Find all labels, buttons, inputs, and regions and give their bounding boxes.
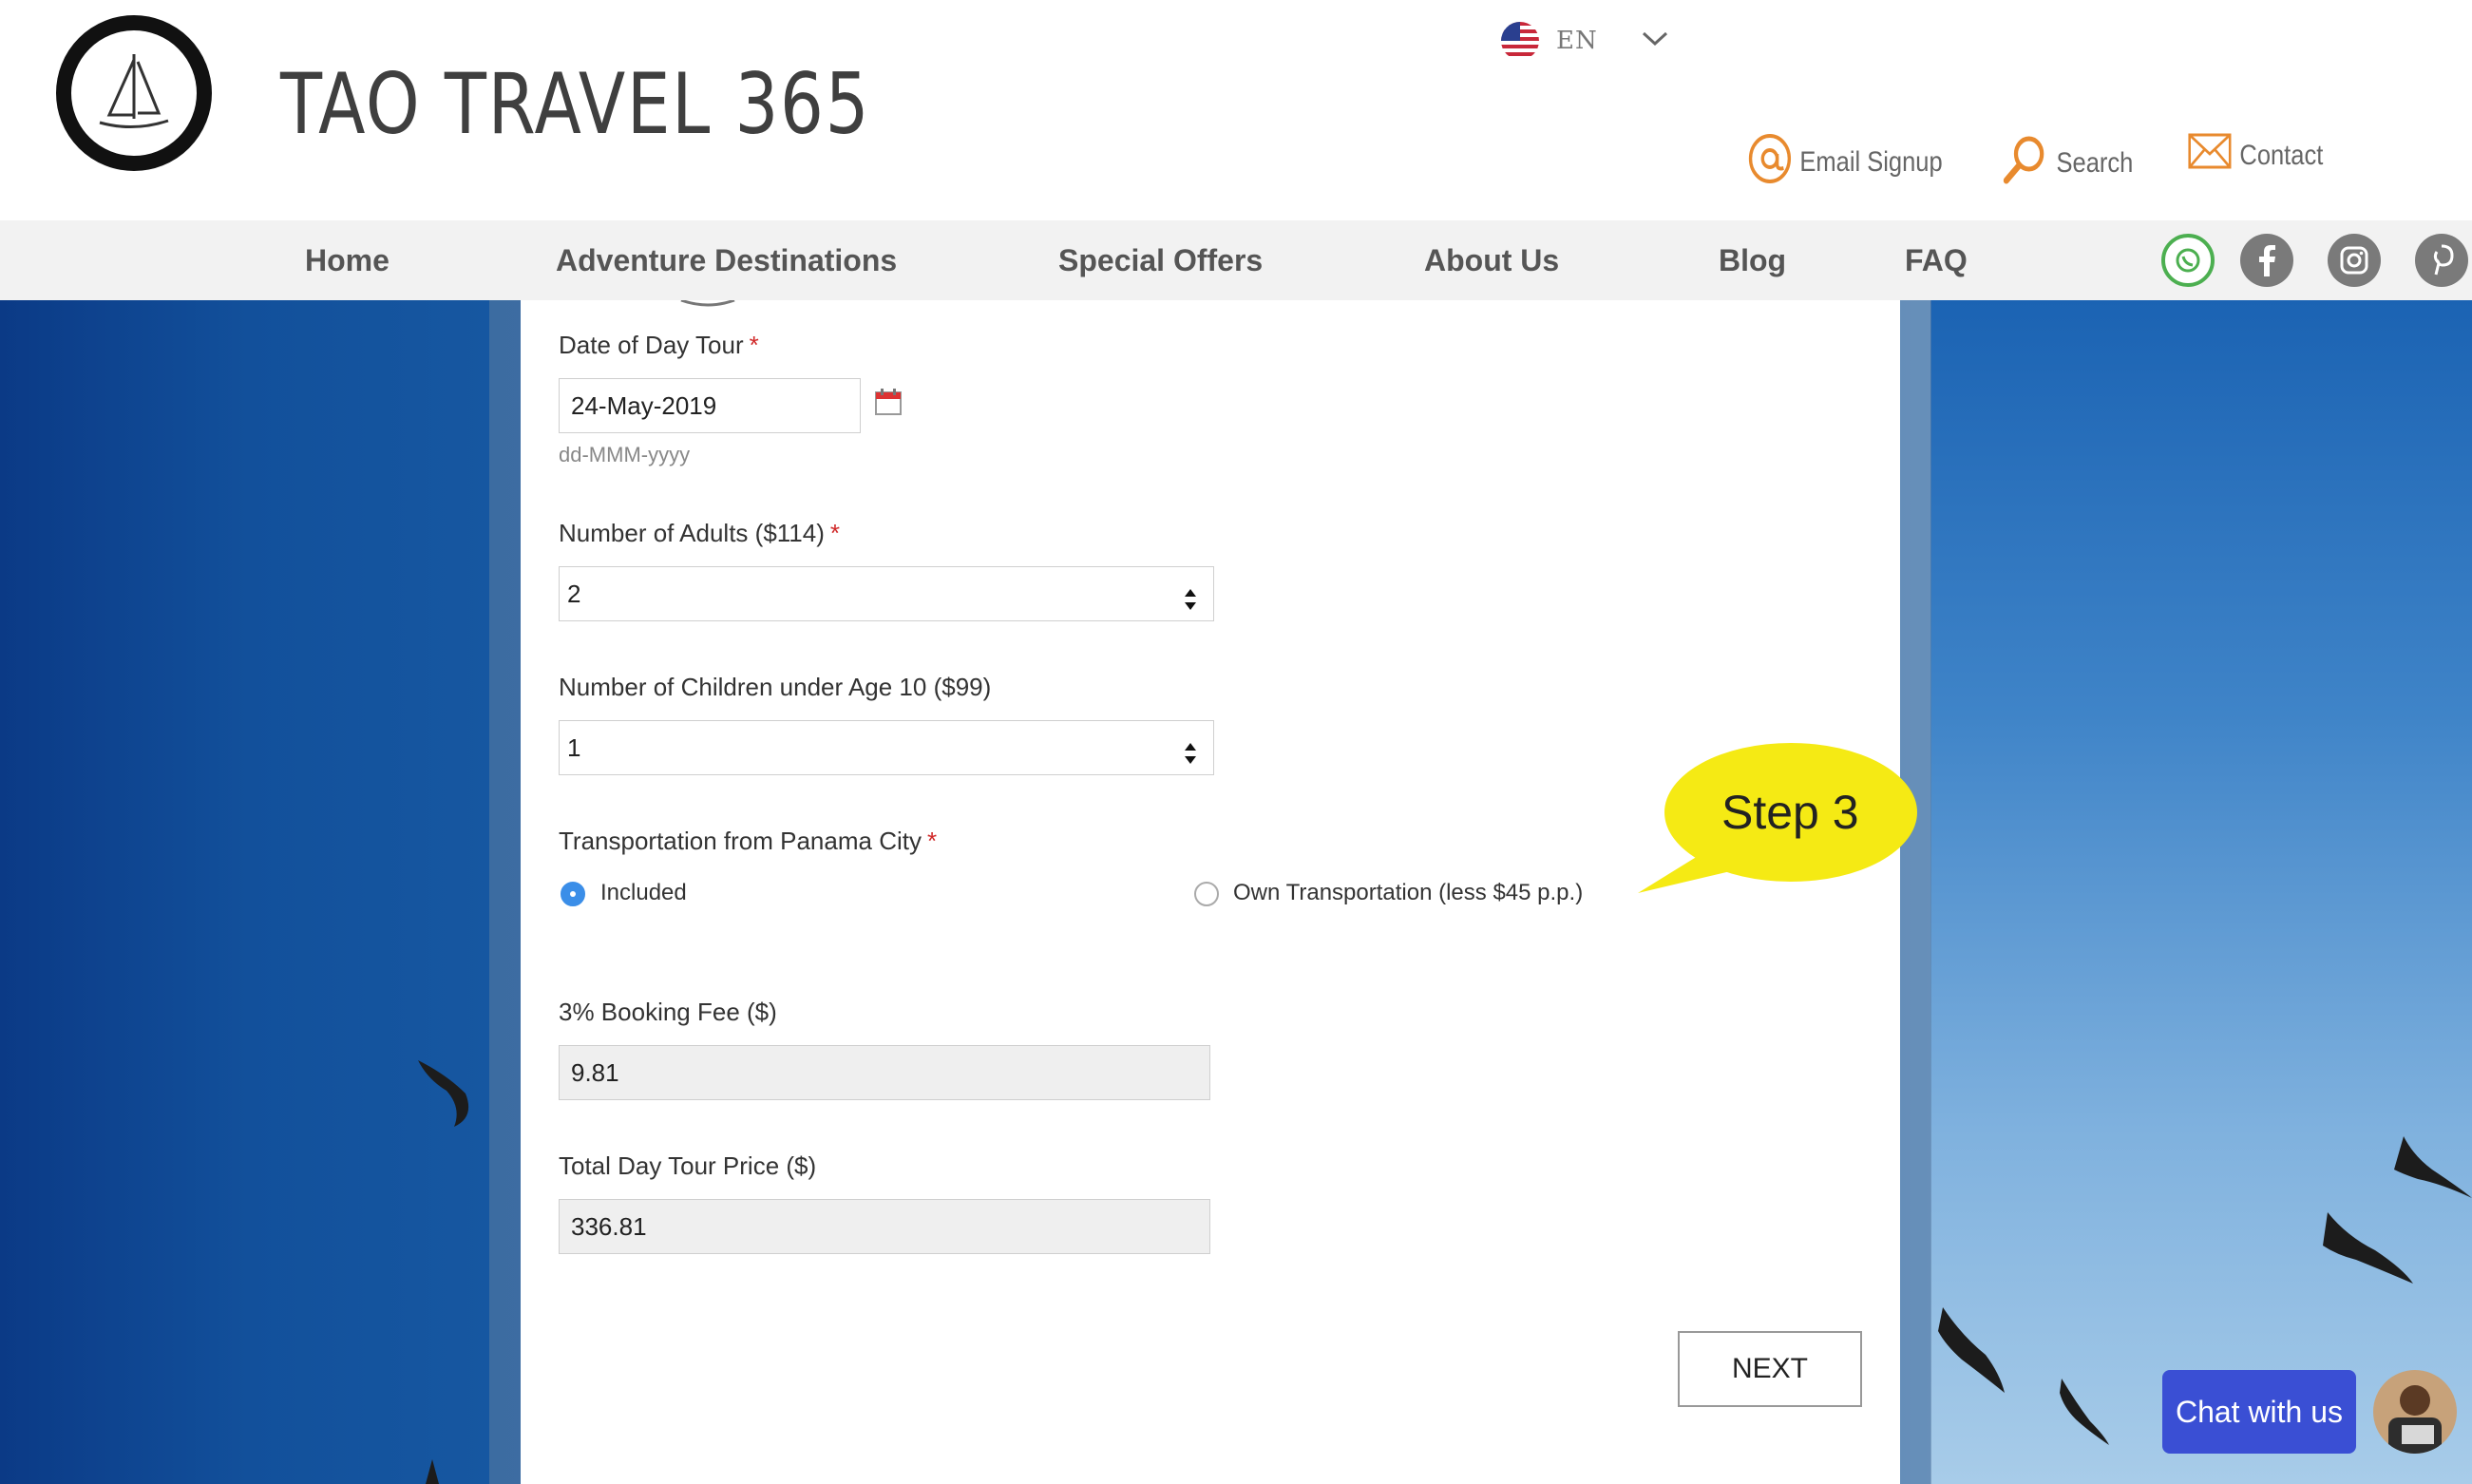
step-callout-text: Step 3 xyxy=(1721,786,1859,839)
contact-link[interactable]: Contact xyxy=(2188,133,2323,179)
date-label: Date of Day Tour * xyxy=(559,331,759,360)
adults-value: 2 xyxy=(567,580,581,608)
facebook-icon[interactable] xyxy=(2240,234,2293,287)
transport-label: Transportation from Panama City * xyxy=(559,827,937,856)
nav-special-offers[interactable]: Special Offers xyxy=(1058,220,1263,300)
nav-adventure-destinations[interactable]: Adventure Destinations xyxy=(556,220,897,300)
total-price-label: Total Day Tour Price ($) xyxy=(559,1151,817,1180)
radio-included-label[interactable]: Included xyxy=(600,880,687,906)
language-code: EN xyxy=(1556,27,1598,55)
radio-own-transportation-label[interactable]: Own Transportation (less $45 p.p.) xyxy=(1233,880,1583,906)
required-marker: * xyxy=(749,331,759,359)
next-button[interactable]: NEXT xyxy=(1678,1331,1862,1407)
brand-name[interactable]: TAO TRAVEL 365 xyxy=(280,55,870,153)
radio-included[interactable] xyxy=(561,882,585,906)
chevron-down-icon xyxy=(1642,31,1668,50)
instagram-icon[interactable] xyxy=(2328,234,2381,287)
chat-with-us-button[interactable]: Chat with us xyxy=(2162,1370,2356,1454)
stepper-arrows-icon xyxy=(1183,732,1198,786)
contact-label: Contact xyxy=(2239,140,2324,171)
radio-own-transportation[interactable] xyxy=(1194,882,1219,906)
total-price-field: 336.81 xyxy=(559,1199,1210,1254)
chat-agent-avatar[interactable] xyxy=(2373,1370,2457,1454)
booking-fee-label: 3% Booking Fee ($) xyxy=(559,998,777,1026)
nav-blog[interactable]: Blog xyxy=(1719,220,1786,300)
adults-select[interactable]: 2 xyxy=(559,566,1214,621)
children-label: Number of Children under Age 10 ($99) xyxy=(559,673,992,701)
booking-fee-field: 9.81 xyxy=(559,1045,1210,1100)
language-selector[interactable]: EN xyxy=(1501,19,1668,63)
envelope-icon xyxy=(2188,133,2232,179)
adults-label-text: Number of Adults ($114) xyxy=(559,519,825,547)
calendar-icon[interactable] xyxy=(874,388,903,420)
date-input[interactable]: 24-May-2019 xyxy=(559,378,861,433)
date-label-text: Date of Day Tour xyxy=(559,331,744,359)
stepper-arrows-icon xyxy=(1183,579,1198,632)
whatsapp-icon[interactable] xyxy=(2161,234,2215,287)
nav-about-us[interactable]: About Us xyxy=(1424,220,1559,300)
email-signup-label: Email Signup xyxy=(1799,146,1943,178)
children-value: 1 xyxy=(567,733,581,762)
search-link[interactable]: Search xyxy=(2000,133,2133,194)
site-header: TAO TRAVEL 365 EN Email Signup Search Co… xyxy=(0,0,2472,220)
date-format-hint: dd-MMM-yyyy xyxy=(559,443,691,466)
us-flag-icon xyxy=(1501,22,1539,60)
search-label: Search xyxy=(2056,147,2134,179)
adults-label: Number of Adults ($114) * xyxy=(559,519,840,548)
transport-label-text: Transportation from Panama City xyxy=(559,827,922,855)
nav-home[interactable]: Home xyxy=(305,220,390,300)
required-marker: * xyxy=(829,519,841,547)
required-marker: * xyxy=(926,827,938,855)
logo[interactable] xyxy=(52,14,216,172)
main-nav: Home Adventure Destinations Special Offe… xyxy=(0,220,2472,300)
children-select[interactable]: 1 xyxy=(559,720,1214,775)
email-signup-link[interactable]: Email Signup xyxy=(1748,133,1943,192)
nav-faq[interactable]: FAQ xyxy=(1905,220,1968,300)
pinterest-icon[interactable] xyxy=(2415,234,2468,287)
magnifier-icon xyxy=(2000,133,2048,194)
at-icon xyxy=(1748,133,1792,192)
radio-remnant xyxy=(680,300,735,307)
